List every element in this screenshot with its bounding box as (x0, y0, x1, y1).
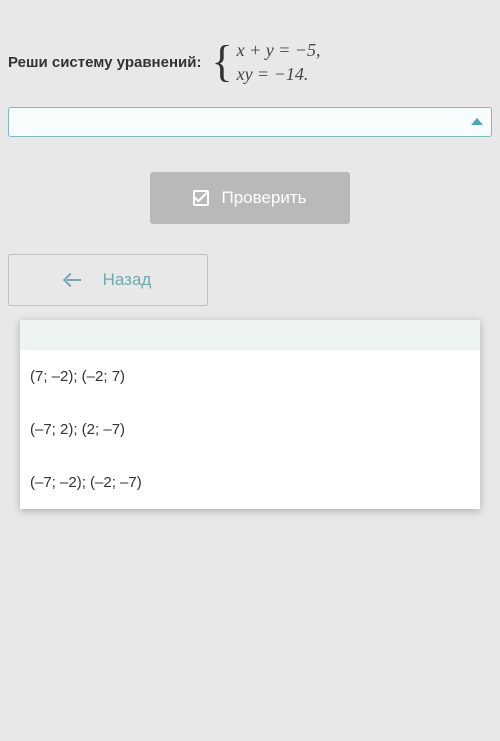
check-icon (193, 190, 209, 206)
option-item[interactable]: (–7; –2); (–2; –7) (20, 456, 480, 509)
prompt-label: Реши систему уравнений: (8, 54, 201, 71)
system-of-equations: { x + y = −5, xy = −14. (211, 38, 320, 87)
arrow-left-icon (65, 274, 81, 286)
back-button-label: Назад (103, 270, 152, 290)
equation-2: xy = −14. (237, 62, 321, 86)
equation-1: x + y = −5, (237, 38, 321, 62)
check-button[interactable]: Проверить (150, 172, 350, 224)
options-header (20, 320, 480, 350)
chevron-up-icon (471, 118, 483, 125)
back-button[interactable]: Назад (8, 254, 208, 306)
option-item[interactable]: (–7; 2); (2; –7) (20, 403, 480, 456)
left-brace-icon: { (211, 40, 232, 84)
options-panel: (7; –2); (–2; 7) (–7; 2); (2; –7) (–7; –… (20, 320, 480, 509)
check-button-label: Проверить (221, 188, 306, 208)
answer-dropdown[interactable] (8, 107, 492, 137)
problem-prompt: Реши систему уравнений: { x + y = −5, xy… (8, 38, 492, 87)
option-item[interactable]: (7; –2); (–2; 7) (20, 350, 480, 403)
